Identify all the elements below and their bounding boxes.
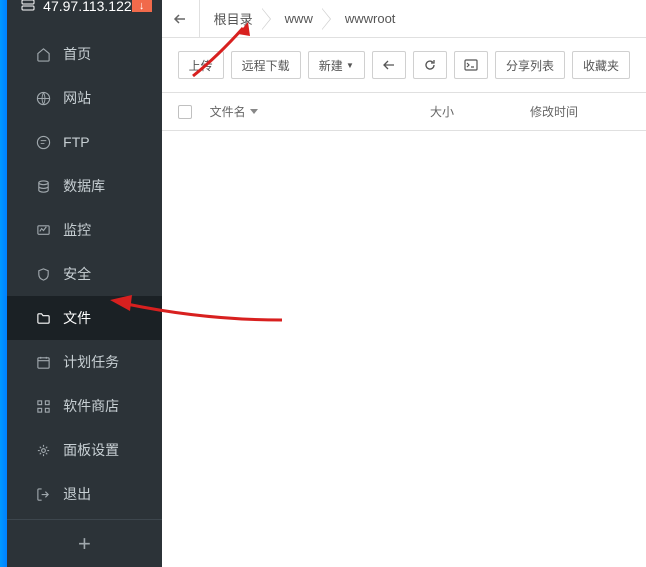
toolbar: 上传 远程下载 新建 ▼ 分享列表 收藏夹	[162, 38, 646, 93]
sidebar-item-label: 退出	[63, 484, 91, 504]
gear-icon	[35, 442, 51, 458]
shield-icon	[35, 266, 51, 282]
ip-header: 47.97.113.122 ↓	[7, 0, 162, 12]
refresh-button[interactable]	[413, 51, 447, 79]
sidebar-item-label: 面板设置	[63, 440, 119, 460]
sidebar-item-label: 数据库	[63, 176, 105, 196]
sidebar-item-label: 文件	[63, 308, 91, 328]
column-header-time[interactable]: 修改时间	[530, 103, 630, 120]
logout-icon	[35, 486, 51, 502]
column-header-name[interactable]: 文件名	[210, 103, 430, 120]
sidebar-item-label: 软件商店	[63, 396, 119, 416]
server-icon	[21, 0, 35, 12]
breadcrumb-back-button[interactable]	[162, 0, 200, 38]
sidebar-item-label: 网站	[63, 88, 91, 108]
left-edge-strip	[0, 0, 7, 567]
calendar-icon	[35, 354, 51, 370]
sidebar-item-ftp[interactable]: FTP	[7, 120, 162, 164]
breadcrumb-segment-www[interactable]: www	[271, 0, 331, 38]
sidebar-item-label: 首页	[63, 44, 91, 64]
sidebar-item-security[interactable]: 安全	[7, 252, 162, 296]
sidebar-item-label: 计划任务	[63, 352, 119, 372]
breadcrumb-segment-wwwroot[interactable]: wwwroot	[331, 0, 414, 38]
create-button[interactable]: 新建 ▼	[308, 51, 365, 79]
back-button[interactable]	[372, 51, 406, 79]
sidebar-item-website[interactable]: 网站	[7, 76, 162, 120]
sidebar-item-label: 监控	[63, 220, 91, 240]
sidebar-item-label: 安全	[63, 264, 91, 284]
monitor-icon	[35, 222, 51, 238]
globe-icon	[35, 90, 51, 106]
folder-icon	[35, 310, 51, 326]
sidebar-item-monitor[interactable]: 监控	[7, 208, 162, 252]
column-label: 文件名	[210, 103, 246, 120]
breadcrumb-segment-root[interactable]: 根目录	[200, 0, 271, 38]
upload-button[interactable]: 上传	[178, 51, 224, 79]
table-header-row: 文件名 大小 修改时间	[162, 93, 646, 131]
create-label: 新建	[319, 57, 343, 74]
column-header-size[interactable]: 大小	[430, 103, 530, 120]
breadcrumb: 根目录 www wwwroot	[162, 0, 646, 38]
remote-download-button[interactable]: 远程下载	[231, 51, 301, 79]
terminal-button[interactable]	[454, 51, 488, 79]
share-list-button[interactable]: 分享列表	[495, 51, 565, 79]
home-icon	[35, 46, 51, 62]
file-list-area	[162, 131, 646, 567]
favorites-button[interactable]: 收藏夹	[572, 51, 630, 79]
select-all-checkbox[interactable]	[178, 105, 192, 119]
add-button[interactable]: +	[7, 519, 162, 567]
sidebar-item-appstore[interactable]: 软件商店	[7, 384, 162, 428]
main-content: 根目录 www wwwroot 上传 远程下载 新建 ▼ 分享列表 收藏夹 文件…	[162, 0, 646, 567]
sort-desc-icon	[250, 109, 258, 114]
sidebar-item-settings[interactable]: 面板设置	[7, 428, 162, 472]
sidebar-item-database[interactable]: 数据库	[7, 164, 162, 208]
database-icon	[35, 178, 51, 194]
ftp-icon	[35, 134, 51, 150]
sidebar-item-home[interactable]: 首页	[7, 32, 162, 76]
apps-icon	[35, 398, 51, 414]
ip-address: 47.97.113.122	[43, 0, 132, 12]
nav-list: 首页 网站 FTP 数据库 监控 安全 文件 计划任务	[7, 12, 162, 519]
sidebar-item-files[interactable]: 文件	[7, 296, 162, 340]
chevron-down-icon: ▼	[346, 61, 354, 70]
notification-badge[interactable]: ↓	[132, 0, 152, 12]
sidebar-item-label: FTP	[63, 134, 89, 150]
sidebar: 47.97.113.122 ↓ 首页 网站 FTP 数据库 监控 安全	[7, 0, 162, 567]
sidebar-item-logout[interactable]: 退出	[7, 472, 162, 516]
sidebar-item-cron[interactable]: 计划任务	[7, 340, 162, 384]
